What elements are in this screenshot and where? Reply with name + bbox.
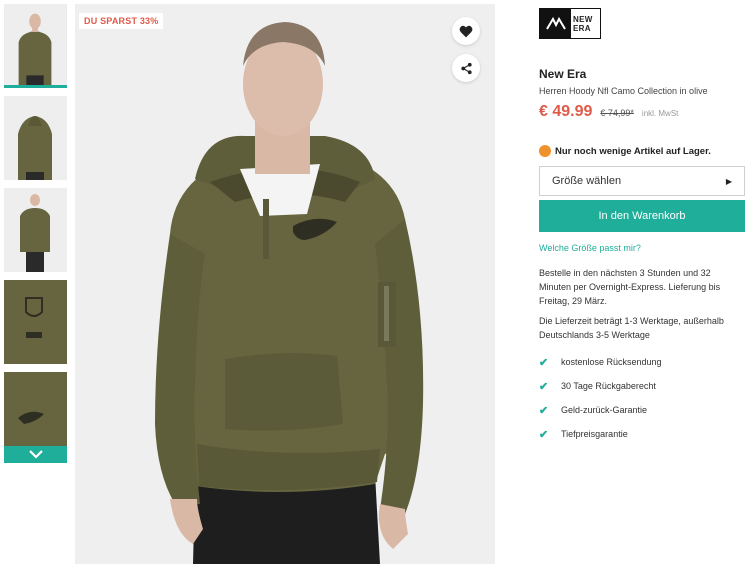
- delivery-express-text: Bestelle in den nächsten 3 Stunden und 3…: [539, 268, 721, 306]
- thumbnail-front-full[interactable]: [4, 188, 67, 272]
- product-info-panel: NEW ERA New Era Herren Hoody Nfl Camo Co…: [539, 8, 746, 446]
- add-to-cart-button[interactable]: In den Warenkorb: [539, 200, 745, 232]
- heart-icon: [459, 25, 473, 37]
- price-current: € 49.99: [539, 103, 593, 120]
- share-button[interactable]: [452, 54, 480, 82]
- share-icon: [460, 62, 472, 74]
- thumbnail-front-full-image: [4, 188, 67, 272]
- benefit-text: kostenlose Rücksendung: [561, 357, 662, 367]
- brand-logo-bottom: ERA: [573, 23, 591, 33]
- sale-badge: DU SPARST 33%: [79, 13, 164, 29]
- thumbnail-front-view-image: [5, 4, 66, 85]
- thumbnail-nfl-patch-image: [4, 280, 67, 364]
- thumbnail-scroll-down-button[interactable]: [4, 446, 67, 463]
- thumbnail-front-view[interactable]: [4, 4, 67, 88]
- price-tax-note: inkl. MwSt: [641, 109, 679, 118]
- thumbnail-logo-detail-image: [4, 372, 67, 456]
- product-title: Herren Hoody Nfl Camo Collection in oliv…: [539, 86, 708, 96]
- benefit-item: ✔ Geld-zurück-Garantie: [539, 398, 746, 422]
- size-guide-link[interactable]: Welche Größe passt mir?: [539, 243, 746, 253]
- caret-right-icon: ▶: [725, 176, 732, 186]
- brand-logo[interactable]: NEW ERA: [539, 8, 601, 39]
- benefit-text: 30 Tage Rückgaberecht: [561, 381, 656, 391]
- benefit-item: ✔ 30 Tage Rückgaberecht: [539, 374, 746, 398]
- check-icon: ✔: [539, 404, 549, 417]
- orange-dot-icon: [539, 145, 551, 157]
- stock-text: Nur noch wenige Artikel auf Lager.: [555, 145, 711, 157]
- favorite-button[interactable]: [452, 17, 480, 45]
- check-icon: ✔: [539, 356, 549, 369]
- product-image[interactable]: DU SPARST 33%: [75, 4, 495, 564]
- brand-logo-top: NEW: [573, 14, 593, 24]
- thumbnail-back-view[interactable]: [4, 96, 67, 180]
- benefit-item: ✔ Tiefpreisgarantie: [539, 422, 746, 446]
- check-icon: ✔: [539, 428, 549, 441]
- brand-logo-text: NEW ERA: [571, 9, 600, 38]
- product-photo: [75, 4, 495, 564]
- price-row: € 49.99 € 74,99* inkl. MwSt: [539, 103, 746, 121]
- thumbnail-logo-detail[interactable]: [4, 372, 67, 456]
- size-select[interactable]: Größe wählen ▶: [539, 166, 745, 196]
- check-icon: ✔: [539, 380, 549, 393]
- delivery-lead-time-text: Die Lieferzeit beträgt 1-3 Werktage, auß…: [539, 316, 724, 340]
- price-old: € 74,99*: [600, 108, 634, 118]
- thumbnail-nfl-patch[interactable]: [4, 280, 67, 364]
- benefit-text: Tiefpreisgarantie: [561, 429, 628, 439]
- benefits-list: ✔ kostenlose Rücksendung ✔ 30 Tage Rückg…: [539, 350, 746, 446]
- benefit-text: Geld-zurück-Garantie: [561, 405, 648, 415]
- thumbnail-back-view-image: [4, 96, 67, 180]
- new-era-flag-icon: [540, 9, 571, 38]
- chevron-down-icon: [28, 450, 43, 459]
- brand-name[interactable]: New Era: [539, 67, 746, 81]
- benefit-item: ✔ kostenlose Rücksendung: [539, 350, 746, 374]
- size-select-label: Größe wählen: [552, 175, 622, 187]
- stock-status: Nur noch wenige Artikel auf Lager.: [539, 145, 746, 157]
